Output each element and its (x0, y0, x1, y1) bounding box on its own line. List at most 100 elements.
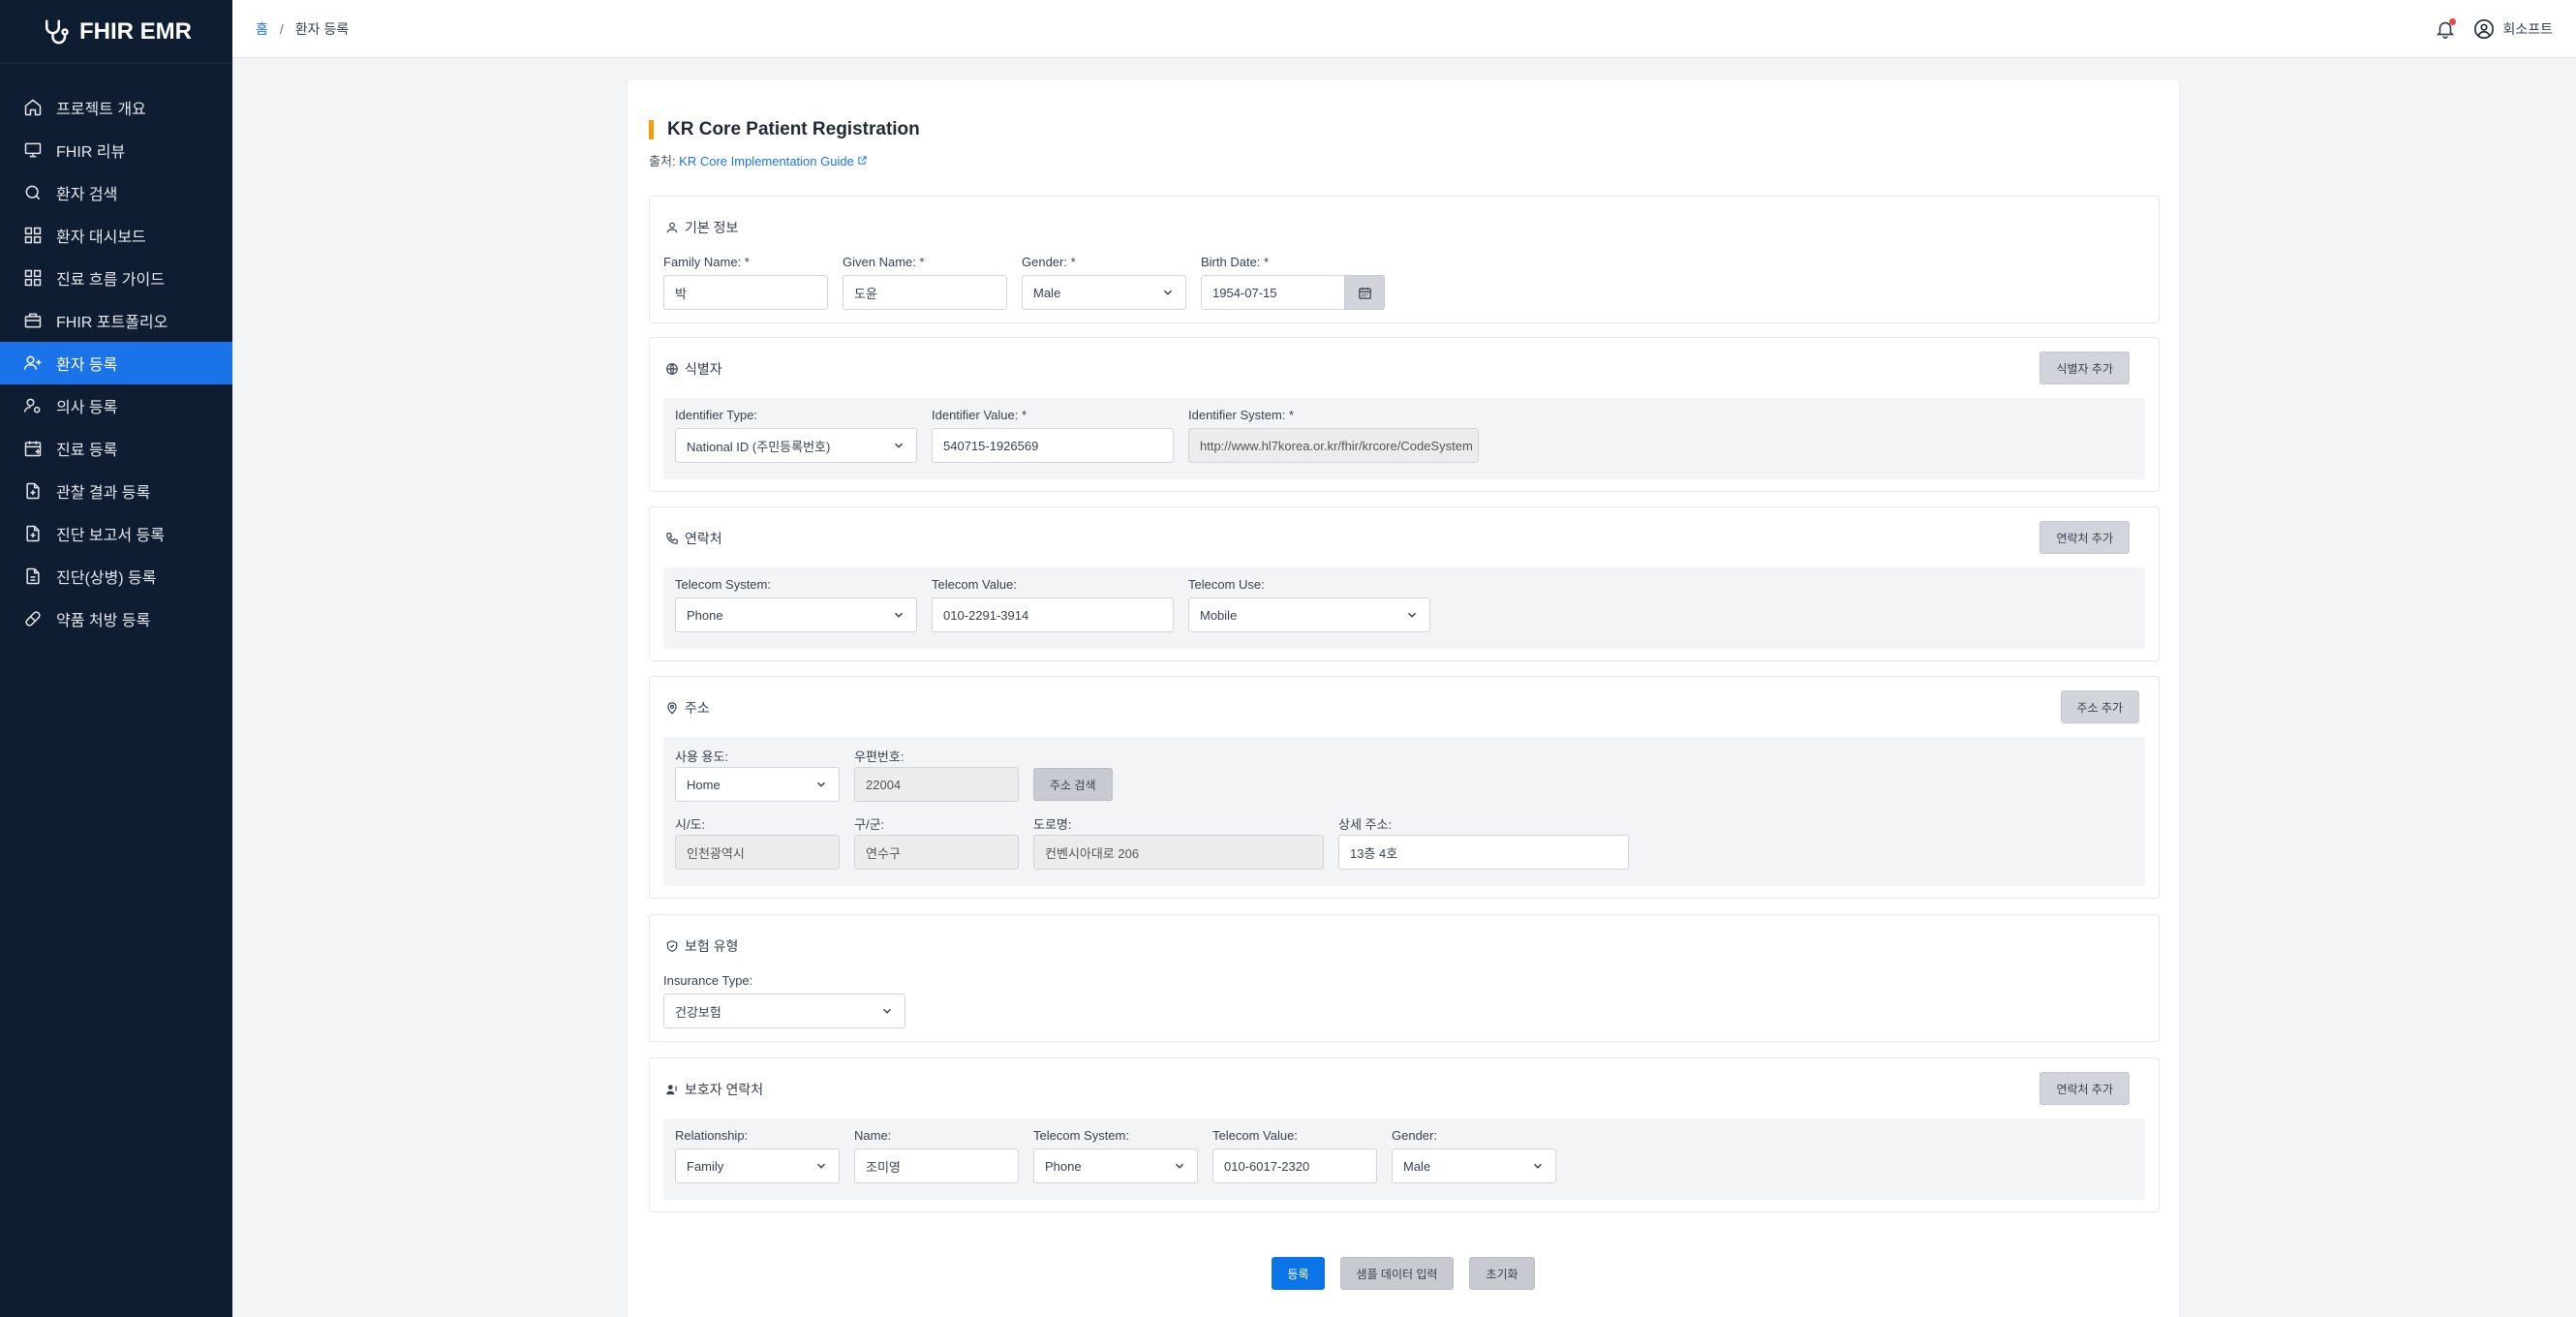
chevron-down-icon (1407, 612, 1417, 618)
section-title: 보험 유형 (665, 936, 738, 956)
guardian-telecom-system-field: Telecom System: Phone (1033, 1128, 1198, 1183)
user-icon (666, 222, 678, 233)
section-title-text: 주소 (685, 700, 710, 716)
address-use-label: 사용 용도: (675, 750, 729, 764)
grid-icon (24, 269, 42, 287)
sidebar-item-observation-registration[interactable]: 관찰 결과 등록 (0, 470, 232, 512)
sidebar-item-label: 환자 대시보드 (56, 230, 146, 246)
link-text: KR Core Implementation Guide (679, 154, 854, 168)
identifier-system-field: Identifier System: * http://www.hl7korea… (1188, 408, 1479, 463)
telecom-system-select[interactable]: Phone (675, 597, 917, 632)
sidebar-item-fhir-portfolio[interactable]: FHIR 포트폴리오 (0, 299, 232, 342)
birth-date-input[interactable]: 1954-07-15 (1201, 275, 1345, 310)
section-title: 보호자 연락처 (665, 1080, 763, 1099)
city-input[interactable]: 인천광역시 (675, 835, 840, 870)
phone-icon (666, 533, 678, 544)
telecom-value-label: Telecom Value: (932, 577, 1017, 592)
city-label: 시/도: (675, 817, 706, 832)
identifier-type-value: National ID (주민등록번호) (687, 439, 831, 454)
guardian-telecom-value-input[interactable]: 010-6017-2320 (1212, 1149, 1377, 1183)
sample-data-button[interactable]: 샘플 데이터 입력 (1339, 1257, 1455, 1290)
detail-address-input[interactable]: 13층 4호 (1338, 835, 1629, 870)
registration-card: KR Core Patient Registration 출처: KR Core… (628, 79, 2179, 1317)
sidebar-item-label: 환자 검색 (56, 187, 118, 203)
guardian-telecom-system-select[interactable]: Phone (1033, 1149, 1198, 1183)
sidebar-item-label: 진료 흐름 가이드 (56, 272, 165, 289)
identifier-value-input[interactable]: 540715-1926569 (932, 428, 1174, 463)
sidebar-item-project-overview[interactable]: 프로젝트 개요 (0, 86, 232, 129)
reset-button[interactable]: 초기화 (1469, 1257, 1535, 1290)
sidebar-item-label: 의사 등록 (56, 400, 118, 416)
relationship-select[interactable]: Family (675, 1149, 840, 1183)
sidebar-item-label: 진단 보고서 등록 (56, 528, 165, 544)
submit-button[interactable]: 등록 (1272, 1257, 1325, 1290)
address-block: 사용 용도: Home 우편번호: 22004 주소 검색 시/도: 인천광역시… (663, 737, 2145, 886)
app-title: FHIR EMR (79, 17, 192, 45)
guardian-telecom-system-label: Telecom System: (1033, 1128, 1129, 1143)
guardian-name-input[interactable]: 조미영 (854, 1149, 1019, 1183)
sidebar-item-condition-registration[interactable]: 진단(상병) 등록 (0, 555, 232, 597)
implementation-guide-link[interactable]: KR Core Implementation Guide (679, 154, 868, 168)
external-link-icon (858, 156, 868, 165)
telecom-use-select[interactable]: Mobile (1188, 597, 1430, 632)
guardian-name-label: Name: (854, 1128, 892, 1143)
notification-button[interactable] (2435, 18, 2457, 40)
address-use-value: Home (687, 777, 721, 792)
road-label: 도로명: (1033, 817, 1072, 832)
sidebar-item-care-flow-guide[interactable]: 진료 흐름 가이드 (0, 257, 232, 299)
briefcase-icon (24, 313, 42, 328)
calendar-icon (1358, 287, 1371, 299)
insurance-type-select[interactable]: 건강보험 (663, 994, 905, 1028)
family-name-field: Family Name: * 박 (663, 255, 828, 310)
sidebar-item-patient-search[interactable]: 환자 검색 (0, 171, 232, 214)
sidebar-item-patient-dashboard[interactable]: 환자 대시보드 (0, 214, 232, 257)
family-name-label: Family Name: * (663, 255, 750, 269)
home-icon (24, 99, 42, 116)
sidebar-item-diagnostic-report-registration[interactable]: 진단 보고서 등록 (0, 512, 232, 555)
insurance-section: 보험 유형 Insurance Type: 건강보험 (649, 914, 2160, 1042)
identifier-system-input[interactable]: http://www.hl7korea.or.kr/fhir/krcore/Co… (1188, 428, 1479, 463)
breadcrumb-home[interactable]: 홈 (256, 19, 268, 39)
section-title-text: 식별자 (685, 361, 722, 377)
sidebar-item-encounter-registration[interactable]: 진료 등록 (0, 427, 232, 470)
add-identifier-button[interactable]: 식별자 추가 (2039, 352, 2130, 384)
user-gear-icon (23, 398, 41, 413)
section-title: 식별자 (665, 359, 722, 379)
gender-select[interactable]: Male (1022, 275, 1186, 310)
app-logo[interactable]: FHIR EMR (0, 0, 232, 64)
add-contact-button[interactable]: 연락처 추가 (2039, 521, 2130, 554)
telecom-value-input[interactable]: 010-2291-3914 (932, 597, 1174, 632)
add-address-button[interactable]: 주소 추가 (2060, 690, 2139, 723)
detail-address-field: 상세 주소: 13층 4호 (1338, 814, 1629, 870)
add-guardian-contact-button[interactable]: 연락처 추가 (2039, 1072, 2130, 1105)
identifier-type-select[interactable]: National ID (주민등록번호) (675, 428, 917, 463)
district-input[interactable]: 연수구 (854, 835, 1019, 870)
breadcrumb-separator: / (279, 20, 284, 37)
sidebar-item-doctor-registration[interactable]: 의사 등록 (0, 384, 232, 427)
given-name-input[interactable]: 도윤 (843, 275, 1007, 310)
road-input[interactable]: 컨벤시아대로 206 (1033, 835, 1324, 870)
user-name: 회소프트 (2502, 21, 2553, 37)
document-icon (26, 567, 40, 585)
sidebar-item-label: 약품 처방 등록 (56, 613, 151, 629)
sidebar-item-label: FHIR 리뷰 (56, 144, 126, 161)
address-use-select[interactable]: Home (675, 767, 840, 802)
guardian-telecom-value-field: Telecom Value: 010-6017-2320 (1212, 1128, 1377, 1183)
user-circle-icon (2474, 19, 2495, 39)
postal-code-input[interactable]: 22004 (854, 767, 1019, 802)
guardian-name-field: Name: 조미영 (854, 1128, 1019, 1183)
gender-label: Gender: * (1022, 255, 1076, 269)
sidebar-item-medication-registration[interactable]: 약품 처방 등록 (0, 597, 232, 640)
file-plus-icon (26, 525, 40, 542)
district-field: 구/군: 연수구 (854, 814, 1019, 870)
sidebar-item-fhir-review[interactable]: FHIR 리뷰 (0, 129, 232, 171)
calendar-plus-icon (24, 441, 42, 457)
guardian-gender-select[interactable]: Male (1392, 1149, 1556, 1183)
chevron-down-icon (816, 781, 826, 787)
address-search-button[interactable]: 주소 검색 (1033, 768, 1113, 801)
date-picker-button[interactable] (1344, 275, 1385, 310)
identifier-system-label: Identifier System: * (1188, 408, 1295, 422)
user-menu[interactable]: 회소프트 (2473, 18, 2553, 40)
sidebar-item-patient-registration[interactable]: 환자 등록 (0, 342, 232, 384)
family-name-input[interactable]: 박 (663, 275, 828, 310)
